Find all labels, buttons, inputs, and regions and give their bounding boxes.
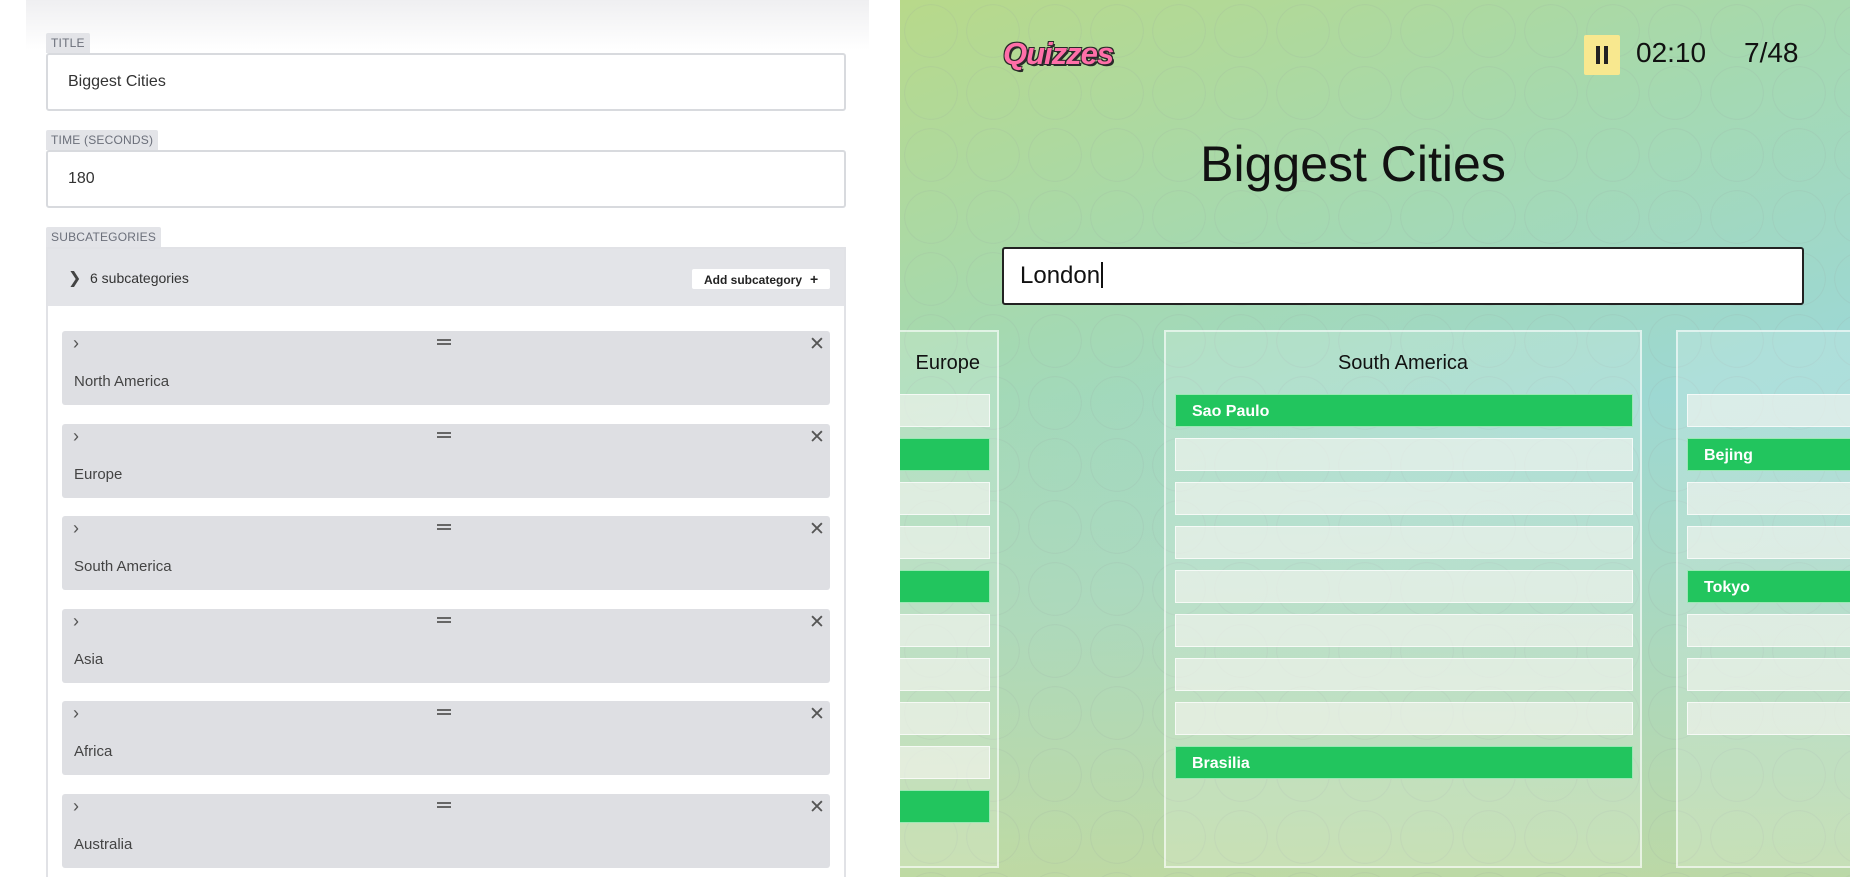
subcategory-card[interactable]: › ✕ Australia (62, 794, 830, 868)
chevron-right-icon[interactable]: › (73, 611, 79, 632)
answer-slot-empty (1175, 614, 1633, 647)
answer-slot-found: Bejing (1687, 438, 1850, 471)
text-caret (1101, 262, 1104, 289)
chevron-right-icon[interactable]: › (73, 426, 79, 447)
plus-icon: + (810, 271, 819, 287)
subcategory-card[interactable]: › ✕ Europe (62, 424, 830, 498)
add-subcategory-button[interactable]: Add subcategory + (692, 269, 831, 289)
answer-slot-empty (900, 746, 990, 779)
subcategory-name: North America (74, 373, 170, 390)
category-column: South America Sao Paulo Brasilia (1164, 330, 1642, 868)
answer-slot-found: Sao Paulo (1175, 394, 1633, 427)
subcategory-card[interactable]: › ✕ South America (62, 516, 830, 590)
answer-slot-empty (1687, 614, 1850, 647)
answer-slot-found (900, 790, 990, 823)
answer-slot-empty (1175, 658, 1633, 691)
close-icon[interactable]: ✕ (809, 518, 825, 541)
title-input[interactable]: Biggest Cities (46, 53, 846, 111)
answer-slot-empty (1687, 394, 1850, 427)
panel-divider[interactable] (890, 0, 900, 877)
category-column: Europe (900, 330, 999, 868)
subcategories-field-label: SUBCATEGORIES (46, 227, 162, 247)
close-icon[interactable]: ✕ (809, 426, 825, 449)
category-title: South America (1337, 352, 1469, 374)
time-field-label: TIME (SECONDS) (46, 130, 159, 150)
subcategory-name: Africa (74, 743, 113, 760)
close-icon[interactable]: ✕ (809, 703, 825, 726)
subcategories-count: 6 subcategories (90, 270, 189, 286)
answer-text: London (1020, 262, 1101, 289)
answer-label: Bejing (1704, 447, 1753, 464)
chevron-right-icon[interactable]: › (73, 703, 79, 724)
category-column: Bejing Tokyo (1676, 330, 1850, 868)
answer-slot-empty (1687, 658, 1850, 691)
chevron-right-icon[interactable]: › (73, 518, 79, 539)
pause-icon (1596, 46, 1600, 64)
close-icon[interactable]: ✕ (809, 333, 825, 356)
answer-slot-empty (1687, 526, 1850, 559)
subcategory-card[interactable]: › ✕ Africa (62, 701, 830, 775)
answer-slot-empty (900, 702, 990, 735)
subcategory-card[interactable]: › ✕ North America (62, 331, 830, 405)
answer-slot-found: Tokyo (1687, 570, 1850, 603)
answer-slot-empty (1687, 702, 1850, 735)
score-counter: 7/48 (1744, 37, 1799, 68)
answer-slot-empty (900, 526, 990, 559)
subcategory-name: Asia (74, 651, 104, 668)
answer-slot-empty (1175, 526, 1633, 559)
drag-handle-icon[interactable] (437, 339, 451, 345)
drag-handle-icon[interactable] (437, 802, 451, 808)
close-icon[interactable]: ✕ (809, 611, 825, 634)
pause-button[interactable] (1584, 35, 1620, 75)
subcategory-name: South America (74, 558, 172, 575)
answer-slot-empty (1175, 702, 1633, 735)
quiz-preview-panel: Quizzes 02:10 7/48 Biggest Cities London… (900, 0, 1850, 877)
quizzes-logo[interactable]: Quizzes (1003, 36, 1114, 72)
chevron-right-icon[interactable]: › (73, 333, 79, 354)
subcategories-header[interactable]: ❯ 6 subcategories Add subcategory + (48, 249, 844, 306)
drag-handle-icon[interactable] (437, 709, 451, 715)
close-icon[interactable]: ✕ (809, 796, 825, 819)
answer-slot-empty (1175, 482, 1633, 515)
answer-slot-empty (1687, 482, 1850, 515)
add-subcategory-label: Add subcategory (704, 273, 803, 287)
answer-slot-found (900, 570, 990, 603)
quiz-editor-panel: TITLE Biggest Cities TIME (SECONDS) 180 … (0, 0, 900, 877)
timer: 02:10 (1636, 37, 1707, 68)
title-field-label: TITLE (46, 33, 90, 53)
drag-handle-icon[interactable] (437, 524, 451, 530)
time-input[interactable]: 180 (46, 150, 846, 208)
quiz-title: Biggest Cities (1200, 136, 1506, 192)
subcategory-name: Europe (74, 466, 123, 483)
chevron-right-icon[interactable]: ❯ (68, 268, 81, 288)
subcategory-card[interactable]: › ✕ Asia (62, 609, 830, 683)
answer-slot-empty (900, 658, 990, 691)
drag-handle-icon[interactable] (437, 617, 451, 623)
answer-label: Sao Paulo (1192, 403, 1270, 420)
drag-handle-icon[interactable] (437, 432, 451, 438)
answer-slot-empty (900, 394, 990, 427)
subcategory-name: Australia (74, 836, 133, 853)
answer-slot-empty (900, 614, 990, 647)
answer-label: Tokyo (1704, 579, 1750, 596)
answer-label: Brasilia (1192, 755, 1250, 772)
category-title: Europe (915, 352, 981, 374)
pause-icon (1604, 46, 1608, 64)
answer-slot-found: Brasilia (1175, 746, 1633, 779)
answer-slot-empty (1175, 438, 1633, 471)
editor-top-shadow (26, 0, 869, 50)
answer-slot-empty (1175, 570, 1633, 603)
answer-slot-found (900, 438, 990, 471)
chevron-right-icon[interactable]: › (73, 796, 79, 817)
answer-slot-empty (900, 482, 990, 515)
answer-input[interactable]: London (1002, 247, 1804, 305)
